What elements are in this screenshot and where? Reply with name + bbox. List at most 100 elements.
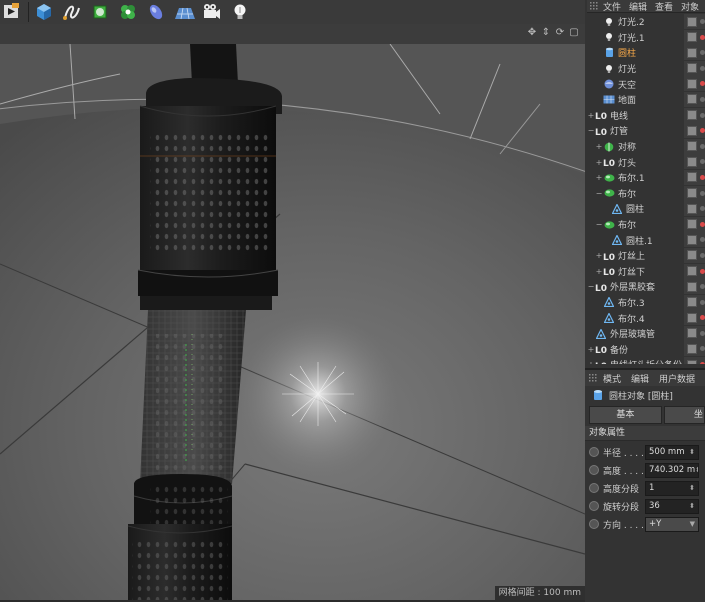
- enable-checkbox[interactable]: [687, 312, 697, 323]
- attr-menu-mode[interactable]: 模式: [603, 372, 621, 385]
- object-row[interactable]: + L0 灯头: [585, 154, 705, 170]
- enable-checkbox[interactable]: [687, 281, 697, 292]
- render-icon[interactable]: [0, 1, 24, 23]
- direction-dropdown[interactable]: +Y ▼: [645, 516, 699, 532]
- enable-checkbox[interactable]: [687, 94, 697, 105]
- render-dot-icon[interactable]: [700, 221, 705, 227]
- enable-checkbox[interactable]: [687, 141, 697, 152]
- enable-checkbox[interactable]: [687, 78, 697, 89]
- tab-basic[interactable]: 基本: [589, 406, 662, 424]
- animate-radio-icon[interactable]: [589, 501, 599, 511]
- attr-menu-userdata[interactable]: 用户数据: [659, 372, 695, 385]
- object-row[interactable]: + L0 电线: [585, 107, 705, 124]
- tab-coordinates[interactable]: 坐标: [663, 406, 705, 424]
- enable-checkbox[interactable]: [687, 266, 697, 276]
- object-row[interactable]: 灯光: [585, 60, 705, 77]
- object-row[interactable]: − L0 外层黑胶套: [585, 279, 705, 295]
- rotate-view-icon[interactable]: ⟳: [555, 27, 565, 39]
- expand-toggle-icon[interactable]: +: [595, 142, 603, 151]
- chevron-down-icon[interactable]: ▼: [690, 518, 695, 531]
- render-dot-icon[interactable]: [700, 143, 705, 149]
- menu-object[interactable]: 对象: [681, 0, 699, 13]
- spline-icon[interactable]: [60, 1, 84, 23]
- render-dot-icon[interactable]: [700, 362, 705, 364]
- menu-file[interactable]: 文件: [603, 0, 621, 13]
- render-dot-icon[interactable]: [700, 346, 705, 352]
- enable-checkbox[interactable]: [687, 32, 697, 43]
- expand-toggle-icon[interactable]: −: [587, 126, 595, 135]
- property-value-field[interactable]: 1 ⬍: [645, 480, 699, 496]
- object-row[interactable]: 布尔.4: [585, 310, 705, 326]
- object-row[interactable]: 圆柱: [585, 201, 705, 217]
- property-value-field[interactable]: 36 ⬍: [645, 498, 699, 514]
- zoom-view-icon[interactable]: ⇕: [541, 27, 551, 39]
- render-dot-icon[interactable]: [700, 174, 705, 180]
- object-row[interactable]: + 布尔.1: [585, 169, 705, 186]
- render-dot-icon[interactable]: [700, 128, 705, 134]
- stepper-arrows-icon[interactable]: ⬍: [689, 446, 695, 459]
- enable-checkbox[interactable]: [687, 125, 697, 136]
- expand-toggle-icon[interactable]: +: [587, 345, 595, 354]
- object-row[interactable]: − L0 灯管: [585, 123, 705, 139]
- object-row[interactable]: + L0 灯丝下: [585, 263, 705, 280]
- enable-checkbox[interactable]: [687, 156, 697, 167]
- render-dot-icon[interactable]: [700, 299, 705, 305]
- render-dot-icon[interactable]: [700, 112, 705, 118]
- enable-checkbox[interactable]: [687, 16, 697, 27]
- object-row[interactable]: − 布尔: [585, 185, 705, 202]
- expand-toggle-icon[interactable]: −: [595, 189, 603, 198]
- render-dot-icon[interactable]: [700, 190, 705, 196]
- animate-radio-icon[interactable]: [589, 465, 599, 475]
- menu-view[interactable]: 查看: [655, 0, 673, 13]
- enable-checkbox[interactable]: [687, 343, 697, 354]
- render-dot-icon[interactable]: [700, 237, 705, 243]
- camera-icon[interactable]: [200, 1, 224, 23]
- render-dot-icon[interactable]: [700, 81, 705, 87]
- enable-checkbox[interactable]: [687, 203, 697, 214]
- render-dot-icon[interactable]: [700, 315, 705, 321]
- property-value-field[interactable]: 500 mm ⬍: [645, 444, 699, 460]
- expand-toggle-icon[interactable]: +: [595, 267, 603, 276]
- object-row[interactable]: 圆柱: [585, 45, 705, 61]
- stepper-arrows-icon[interactable]: ⬍: [695, 464, 698, 477]
- object-row[interactable]: 外层玻璃管: [585, 325, 705, 342]
- enable-checkbox[interactable]: [687, 63, 697, 74]
- render-dot-icon[interactable]: [700, 34, 705, 40]
- render-dot-icon[interactable]: [700, 50, 705, 56]
- property-value-field[interactable]: 740.302 m⬍: [645, 462, 699, 478]
- enable-checkbox[interactable]: [687, 234, 697, 245]
- enable-checkbox[interactable]: [687, 328, 697, 339]
- object-row[interactable]: + L0 备份: [585, 341, 705, 357]
- object-row[interactable]: 地面: [585, 91, 705, 108]
- enable-checkbox[interactable]: [687, 110, 697, 121]
- enable-checkbox[interactable]: [687, 219, 697, 230]
- object-row[interactable]: 圆柱.1: [585, 232, 705, 248]
- enable-checkbox[interactable]: [687, 188, 697, 199]
- enable-checkbox[interactable]: [687, 47, 697, 58]
- render-dot-icon[interactable]: [700, 159, 705, 165]
- enable-checkbox[interactable]: [687, 297, 697, 308]
- maximize-view-icon[interactable]: ▢: [569, 27, 579, 39]
- render-dot-icon[interactable]: [700, 19, 705, 24]
- move-view-icon[interactable]: ✥: [527, 27, 537, 39]
- object-row[interactable]: + L0 灯丝上: [585, 247, 705, 264]
- render-dot-icon[interactable]: [700, 268, 705, 274]
- enable-checkbox[interactable]: [687, 250, 697, 261]
- object-row[interactable]: 灯光.1: [585, 29, 705, 46]
- render-dot-icon[interactable]: [700, 206, 705, 212]
- subdivision-icon[interactable]: [88, 1, 112, 23]
- enable-checkbox[interactable]: [687, 172, 697, 183]
- object-row[interactable]: 布尔.3: [585, 294, 705, 311]
- object-row[interactable]: − 布尔: [585, 216, 705, 233]
- scene-render[interactable]: [0, 44, 585, 600]
- object-row[interactable]: + 对称: [585, 138, 705, 155]
- enable-checkbox[interactable]: [687, 359, 697, 364]
- expand-toggle-icon[interactable]: +: [595, 173, 603, 182]
- stepper-arrows-icon[interactable]: ⬍: [689, 500, 695, 513]
- grip-icon[interactable]: [587, 0, 603, 12]
- expand-toggle-icon[interactable]: +: [587, 360, 595, 364]
- deformer-icon[interactable]: [144, 1, 168, 23]
- attr-menu-edit[interactable]: 编辑: [631, 372, 649, 385]
- cube-icon[interactable]: [32, 1, 56, 23]
- 3d-viewport[interactable]: ✥ ⇕ ⟳ ▢ 网格间距: 100 mm: [0, 24, 585, 600]
